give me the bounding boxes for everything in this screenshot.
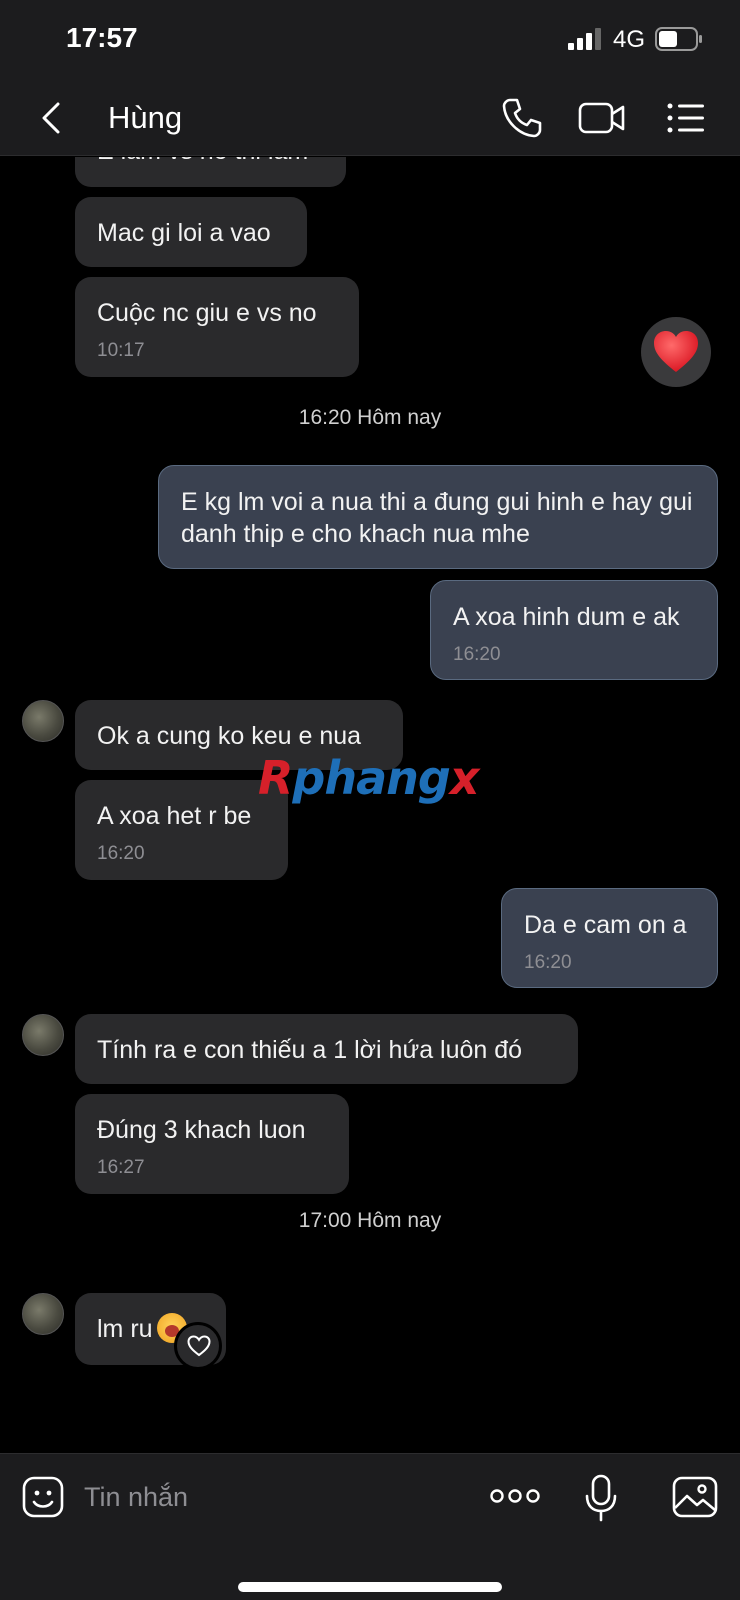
- message-text: Mac gi loi a vao: [97, 219, 271, 247]
- message-text: Đúng 3 khach luon: [97, 1116, 306, 1144]
- message-bubble-incoming[interactable]: Tính ra e con thiếu a 1 lời hứa luôn đó: [75, 1014, 578, 1084]
- network-label: 4G: [613, 26, 646, 53]
- more-options-icon[interactable]: [490, 1486, 540, 1506]
- message-text: E kg lm voi a nua thi a đung gui hinh e …: [181, 488, 693, 548]
- phone-call-icon[interactable]: [500, 96, 544, 140]
- message-input[interactable]: [84, 1470, 464, 1524]
- message-text: Da e cam on a: [524, 911, 687, 939]
- message-text-content: lm ru: [97, 1315, 153, 1343]
- contact-avatar[interactable]: [22, 700, 64, 742]
- message-time: 16:20: [97, 843, 145, 864]
- message-text: E lam vs no thi lam: [97, 157, 308, 167]
- heart-reaction-button[interactable]: [641, 317, 711, 387]
- contact-avatar[interactable]: [22, 1014, 64, 1056]
- message-bubble-incoming[interactable]: A xoa het r be 16:20: [75, 780, 288, 880]
- message-text: Cuộc nc giu e vs no: [97, 299, 317, 327]
- message-time: 16:20: [524, 952, 572, 973]
- day-separator: 16:20 Hôm nay: [298, 406, 442, 429]
- signal-icon: [568, 28, 601, 50]
- message-bubble-incoming[interactable]: Đúng 3 khach luon 16:27: [75, 1094, 349, 1194]
- video-call-icon[interactable]: [578, 100, 626, 136]
- message-text: A xoa hinh dum e ak: [453, 603, 680, 631]
- message-text: lm ru: [97, 1313, 187, 1345]
- battery-icon: [655, 27, 702, 51]
- day-separator: 17:00 Hôm nay: [298, 1209, 442, 1232]
- status-bar: 17:57 4G: [0, 0, 740, 80]
- status-time: 17:57: [66, 22, 138, 53]
- message-bubble-incoming[interactable]: Cuộc nc giu e vs no 10:17: [75, 277, 359, 377]
- sticker-icon[interactable]: [22, 1476, 64, 1518]
- contact-name[interactable]: Hùng: [108, 100, 182, 136]
- message-text: Ok a cung ko keu e nua: [97, 722, 362, 750]
- image-gallery-icon[interactable]: [672, 1476, 718, 1518]
- message-text: A xoa het r be: [97, 802, 252, 830]
- message-time: 10:17: [97, 340, 145, 361]
- message-bubble-outgoing[interactable]: E kg lm voi a nua thi a đung gui hinh e …: [158, 465, 718, 569]
- message-time: 16:20: [453, 644, 501, 665]
- back-arrow-icon[interactable]: [36, 98, 68, 138]
- message-bubble-outgoing[interactable]: Da e cam on a 16:20: [501, 888, 718, 988]
- message-time: 16:27: [97, 1157, 145, 1178]
- microphone-icon[interactable]: [584, 1474, 618, 1522]
- home-indicator: [238, 1582, 502, 1592]
- watermark-part: phang: [292, 751, 450, 805]
- message-input-bar: [0, 1453, 740, 1600]
- heart-icon: [654, 331, 698, 372]
- like-heart-button[interactable]: [174, 1322, 222, 1370]
- message-bubble-incoming[interactable]: E lam vs no thi lam: [75, 157, 346, 187]
- watermark-part: x: [449, 751, 480, 805]
- watermark-logo: Rphangx: [258, 751, 479, 805]
- contact-avatar[interactable]: [22, 1293, 64, 1335]
- menu-list-icon[interactable]: [666, 100, 706, 136]
- watermark-part: R: [258, 751, 293, 805]
- chat-header: Hùng: [0, 80, 740, 156]
- heart-outline-icon: [187, 1335, 211, 1357]
- message-bubble-outgoing[interactable]: A xoa hinh dum e ak 16:20: [430, 580, 718, 680]
- message-text: Tính ra e con thiếu a 1 lời hứa luôn đó: [97, 1036, 523, 1064]
- chat-thread[interactable]: E lam vs no thi lam Mac gi loi a vao Cuộ…: [0, 157, 740, 1453]
- message-bubble-incoming[interactable]: Mac gi loi a vao: [75, 197, 307, 267]
